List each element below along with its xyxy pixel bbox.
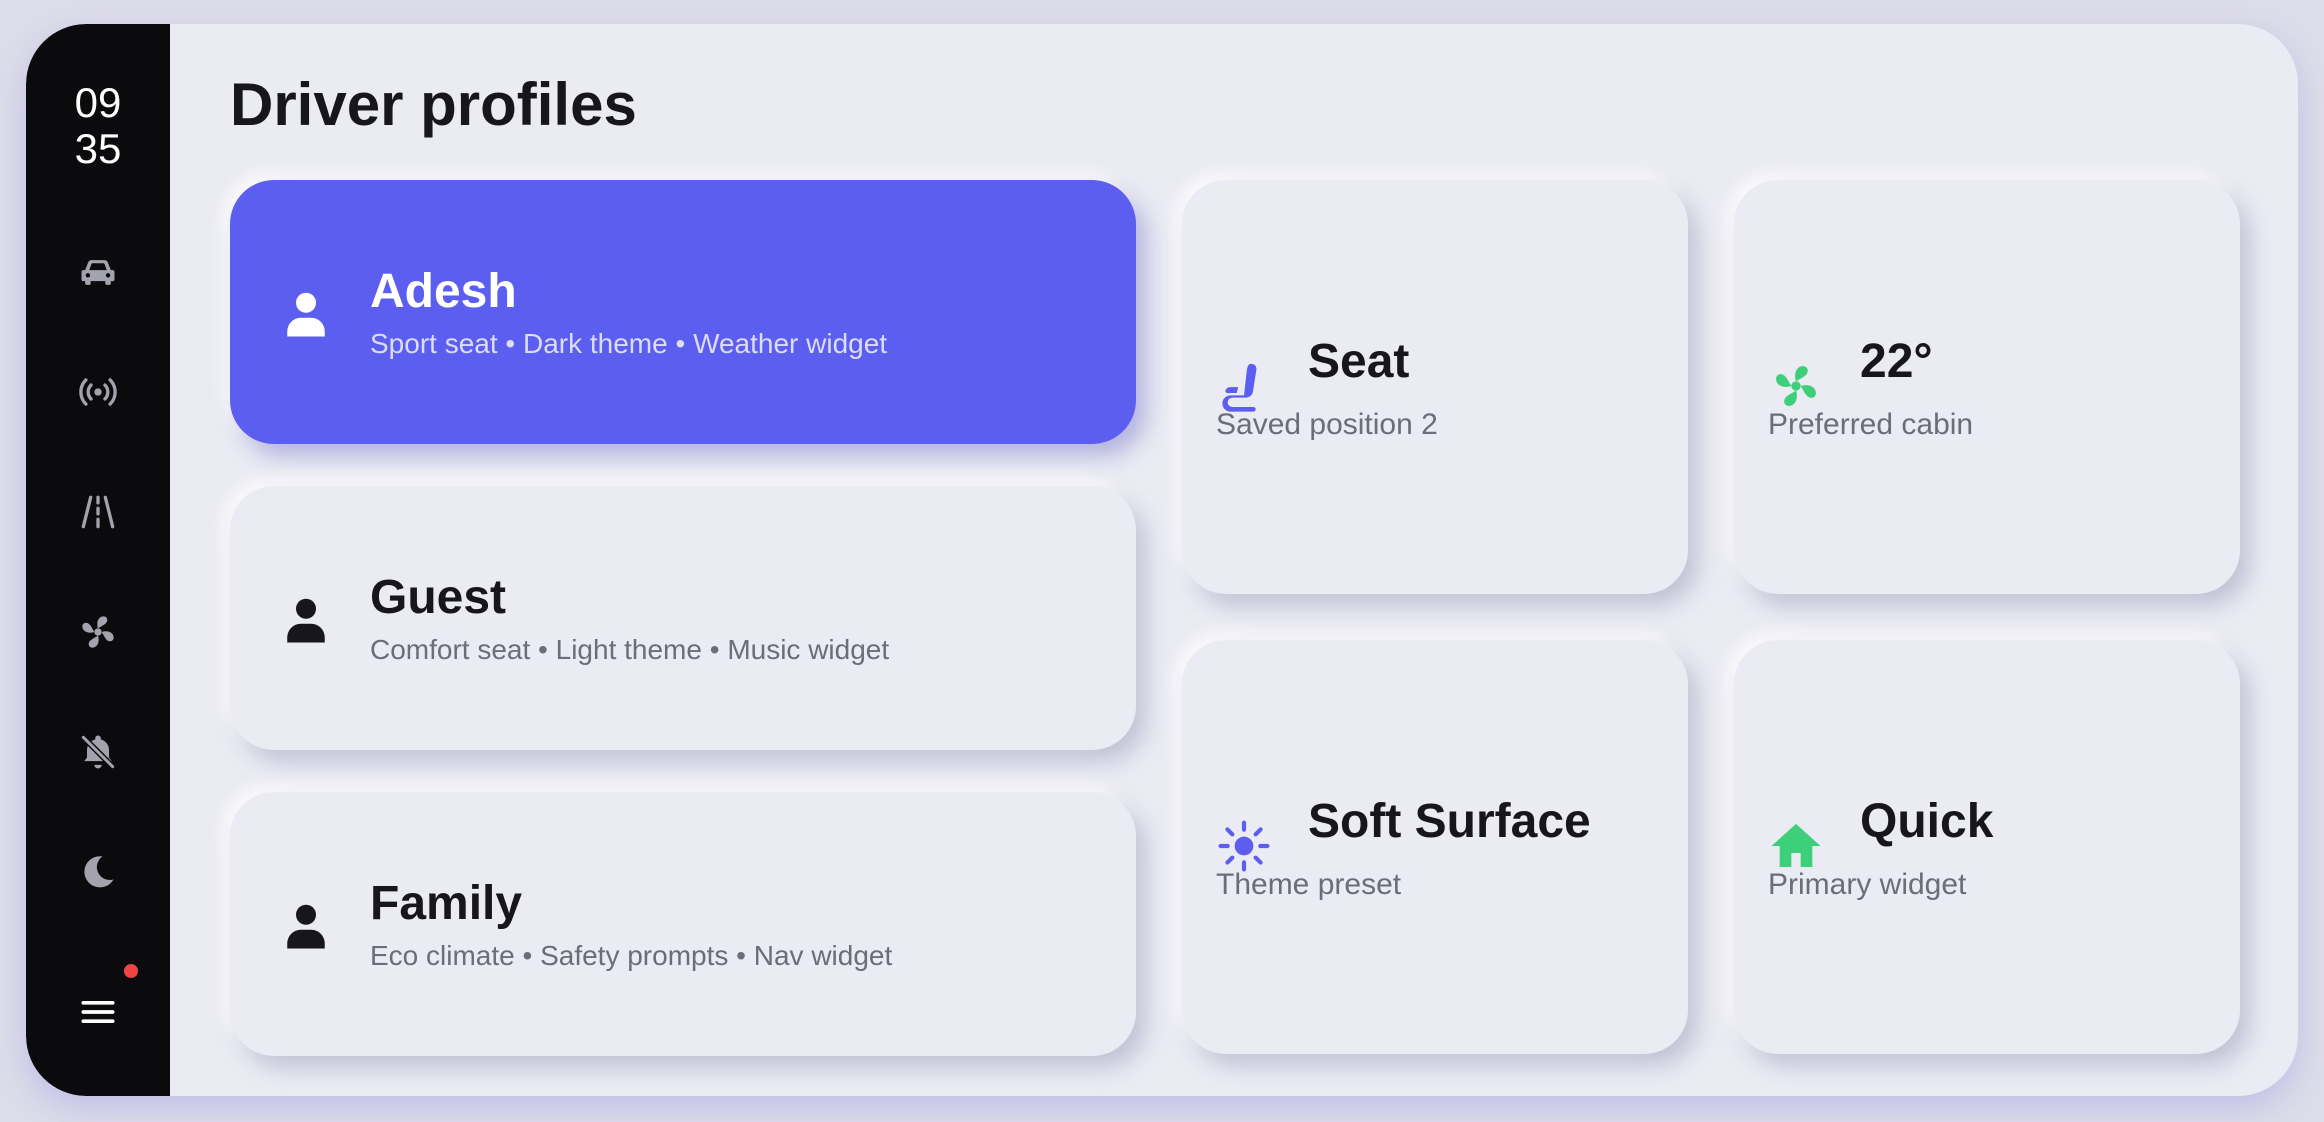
widget-tile[interactable]: Quick Primary widget (1734, 640, 2240, 1054)
rail-item-connectivity[interactable] (68, 362, 128, 422)
tile-title: Soft Surface (1308, 795, 1591, 848)
profile-card-adesh[interactable]: Adesh Sport seat • Dark theme • Weather … (230, 180, 1136, 444)
tile-subtitle: Saved position 2 (1216, 408, 1438, 441)
profile-description: Eco climate • Safety prompts • Nav widge… (370, 940, 893, 971)
clock: 09 35 (26, 80, 170, 172)
climate-tile[interactable]: 22° Preferred cabin (1734, 180, 2240, 594)
seat-tile[interactable]: Seat Saved position 2 (1182, 180, 1688, 594)
profile-name: Guest (370, 571, 507, 624)
menu-icon (81, 1001, 115, 1023)
page-title: Driver profiles (230, 71, 637, 138)
bell-off-icon (81, 735, 115, 769)
road-icon (81, 495, 115, 529)
profile-description: Comfort seat • Light theme • Music widge… (370, 634, 890, 665)
rail-item-menu[interactable] (68, 982, 128, 1042)
tile-title: Seat (1308, 335, 1410, 388)
user-icon (287, 904, 325, 949)
rail-item-fan[interactable] (68, 602, 128, 662)
sun-icon (1218, 820, 1270, 872)
profile-description: Sport seat • Dark theme • Weather widget (370, 328, 888, 359)
profile-name: Family (370, 877, 523, 930)
home-icon (1771, 823, 1821, 867)
profile-name: Adesh (370, 265, 517, 318)
seat-icon (1222, 363, 1257, 412)
tile-subtitle: Primary widget (1768, 868, 1967, 901)
clock-minutes: 35 (74, 125, 122, 172)
rail-item-road[interactable] (68, 482, 128, 542)
profile-card-guest[interactable]: Guest Comfort seat • Light theme • Music… (230, 486, 1136, 750)
app-frame: 09 35 Driver profiles Adesh Sport seat •… (26, 24, 2298, 1096)
tile-title: 22° (1860, 335, 1933, 388)
fan-icon (82, 616, 114, 648)
clock-hours: 09 (74, 79, 122, 126)
side-rail: 09 35 (26, 24, 170, 1096)
user-icon (287, 598, 325, 643)
notification-dot (124, 964, 138, 978)
moon-icon (84, 856, 114, 888)
fan-icon (1776, 366, 1816, 406)
broadcast-icon (79, 378, 117, 406)
tile-subtitle: Preferred cabin (1768, 408, 1974, 441)
car-icon (81, 260, 115, 285)
user-icon (287, 292, 325, 337)
tile-title: Quick (1860, 795, 1994, 848)
profile-card-family[interactable]: Family Eco climate • Safety prompts • Na… (230, 792, 1136, 1056)
tile-subtitle: Theme preset (1216, 868, 1402, 901)
rail-item-night-mode[interactable] (68, 842, 128, 902)
rail-item-notifications[interactable] (68, 722, 128, 782)
rail-item-car[interactable] (68, 242, 128, 302)
theme-tile[interactable]: Soft Surface Theme preset (1182, 640, 1688, 1054)
